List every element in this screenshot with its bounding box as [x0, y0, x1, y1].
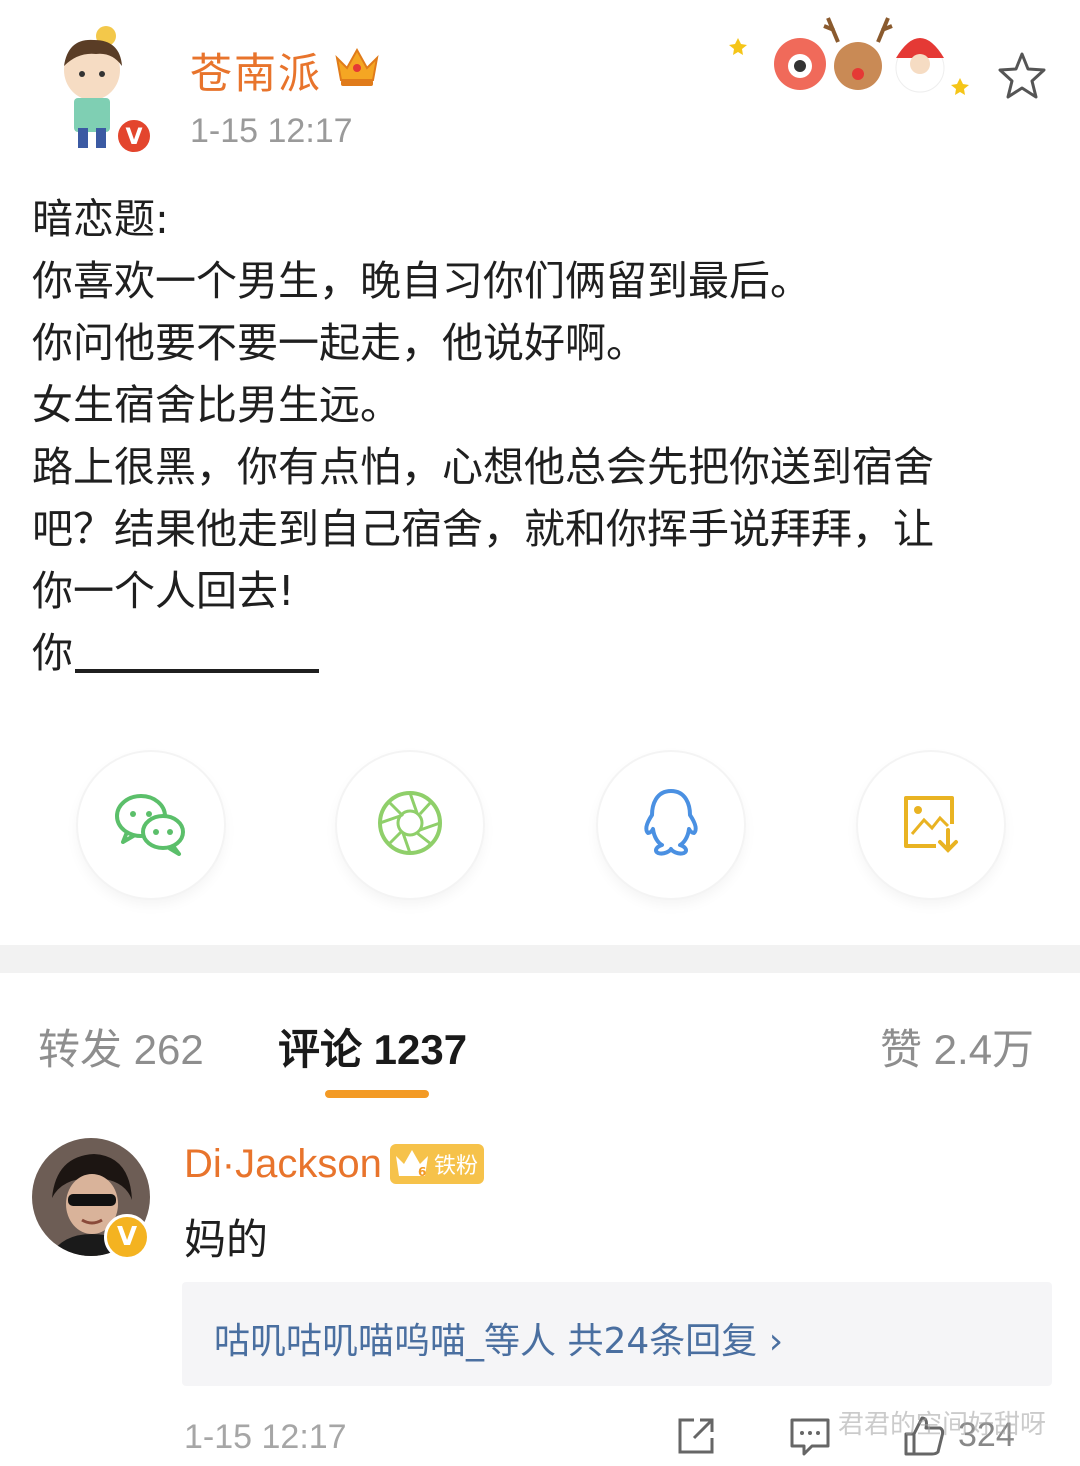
tab-repost[interactable]: 转发 262 — [38, 1016, 204, 1077]
save-image-icon — [898, 790, 964, 860]
festive-badge-icon — [728, 8, 978, 108]
fan-badge-label: 铁粉 — [434, 1154, 479, 1179]
qq-icon — [640, 787, 702, 863]
wechat-icon — [113, 790, 189, 860]
post-line: 你喜欢一个男生，晚自习你们俩留到最后。 — [32, 257, 811, 305]
share-wechat-button[interactable] — [78, 752, 224, 898]
favorite-star-icon[interactable] — [996, 50, 1048, 102]
reply-icon[interactable] — [788, 1414, 832, 1458]
tab-comments[interactable]: 评论 1237 — [278, 1016, 467, 1077]
post-time: 1-15 12:17 — [190, 112, 353, 150]
reply-summary-link[interactable]: 咕叽咕叽喵呜喵_等人 共24条回复 › — [214, 1312, 783, 1364]
post-content: 暗恋题: 你喜欢一个男生，晚自习你们俩留到最后。 你问他要不要一起走，他说好啊。… — [32, 188, 1042, 684]
share-qq-button[interactable] — [598, 752, 744, 898]
fill-in-blank — [75, 669, 319, 673]
post-line: 女生宿舍比男生远。 — [32, 381, 401, 429]
post-line: 你一个人回去! — [32, 567, 295, 615]
watermark-text: 君君的空间好甜呀 — [838, 1410, 1047, 1440]
post-line-blank: 你 — [32, 622, 1042, 684]
comment-text: 妈的 — [184, 1215, 269, 1264]
post-line: 路上很黑，你有点怕，心想他总会先把你送到宿舍 — [32, 443, 934, 491]
crown-icon — [333, 44, 381, 88]
fan-crown-icon: 6 — [394, 1148, 430, 1184]
svg-text:V: V — [125, 125, 142, 150]
moments-icon — [375, 788, 445, 862]
active-tab-indicator — [325, 1090, 429, 1098]
author-name[interactable]: 苍南派 — [190, 40, 322, 101]
share-icon[interactable] — [674, 1414, 718, 1458]
section-divider — [0, 945, 1080, 973]
share-moments-button[interactable] — [337, 752, 483, 898]
author-avatar[interactable]: V — [34, 22, 158, 156]
post-line-prefix: 你 — [32, 629, 73, 677]
fan-badge: 6 铁粉 — [390, 1144, 484, 1184]
save-image-button[interactable] — [858, 752, 1004, 898]
post-line: 暗恋题: — [32, 195, 169, 243]
comment-time: 1-15 12:17 — [184, 1418, 347, 1456]
tab-likes[interactable]: 赞 2.4万 — [880, 1016, 1034, 1077]
verified-badge-icon: V — [104, 1214, 150, 1260]
post-line: 吧？结果他走到自己宿舍，就和你挥手说拜拜，让 — [32, 505, 934, 553]
commenter-name[interactable]: Di·Jackson — [184, 1142, 382, 1187]
fan-level: 6 — [418, 1165, 426, 1179]
post-line: 你问他要不要一起走，他说好啊。 — [32, 319, 647, 367]
